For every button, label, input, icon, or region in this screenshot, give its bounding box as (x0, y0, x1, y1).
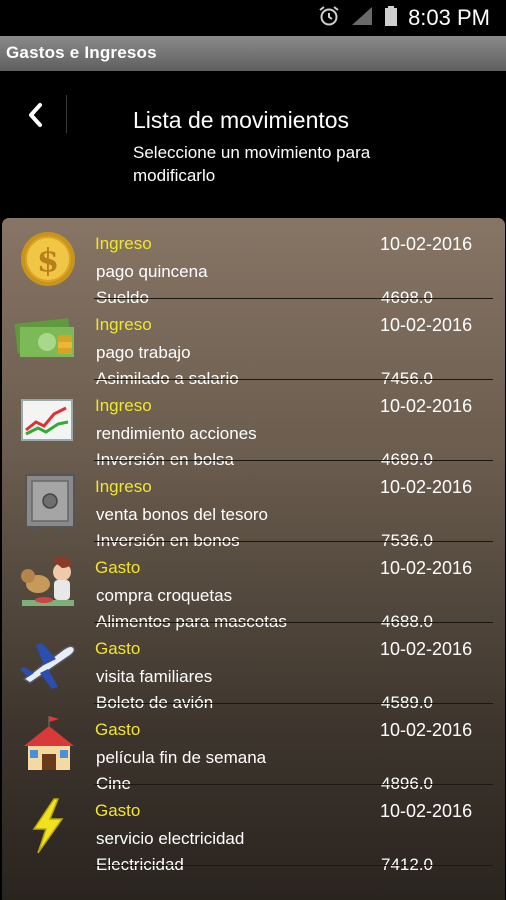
movement-row[interactable]: Ingreso 10-02-2016 rendimiento acciones … (2, 380, 505, 469)
gold-coin-icon: $ (14, 226, 80, 292)
row-divider (94, 865, 493, 866)
movement-type: Gasto (95, 639, 141, 658)
cinema-icon (14, 712, 80, 778)
movement-row[interactable]: Gasto 10-02-2016 compra croquetas Alimen… (2, 542, 505, 631)
movement-type: Gasto (95, 801, 141, 820)
movement-description: pago quincena (96, 262, 208, 281)
svg-text:$: $ (37, 241, 59, 279)
signal-icon (350, 5, 374, 32)
movement-type: Ingreso (95, 315, 152, 334)
movement-description: servicio electricidad (96, 829, 245, 848)
movement-row[interactable]: Gasto 10-02-2016 visita familiares Bolet… (2, 623, 505, 712)
status-bar: 8:03 PM (0, 0, 506, 36)
movements-list: $ Ingreso 10-02-2016 pago quincena Sueld… (2, 218, 505, 900)
battery-icon (384, 5, 398, 32)
movement-date: 10-02-2016 (380, 801, 473, 821)
movement-type: Gasto (95, 558, 141, 577)
movement-type: Ingreso (95, 234, 152, 253)
movement-date: 10-02-2016 (380, 477, 473, 497)
status-time: 8:03 PM (408, 5, 490, 30)
movement-description: pago trabajo (96, 343, 191, 362)
movement-type: Ingreso (95, 477, 152, 496)
movement-description: venta bonos del tesoro (96, 505, 269, 524)
pet-feeding-icon (14, 550, 80, 616)
movement-row[interactable]: Gasto 10-02-2016 servicio electricidad E… (2, 785, 505, 874)
app-title-bar: Gastos e Ingresos (0, 36, 506, 72)
lightning-icon (14, 793, 80, 859)
movement-date: 10-02-2016 (380, 234, 473, 254)
movement-row[interactable]: Ingreso 10-02-2016 pago trabajo Asimilad… (2, 299, 505, 388)
movement-date: 10-02-2016 (380, 315, 473, 335)
movement-row[interactable]: $ Ingreso 10-02-2016 pago quincena Sueld… (2, 218, 505, 307)
page-subtitle: Seleccione un movimiento para modificarl… (133, 143, 371, 185)
movement-description: película fin de semana (96, 748, 267, 767)
money-bills-icon (14, 307, 80, 373)
page-header: Lista de movimientos Seleccione un movim… (0, 71, 506, 218)
movement-type: Ingreso (95, 396, 152, 415)
movement-date: 10-02-2016 (380, 558, 473, 578)
header-divider (66, 95, 67, 133)
movement-type: Gasto (95, 720, 141, 739)
movement-date: 10-02-2016 (380, 396, 473, 416)
movement-row[interactable]: Ingreso 10-02-2016 venta bonos del tesor… (2, 461, 505, 550)
stock-chart-icon (14, 388, 80, 454)
back-button[interactable] (20, 97, 50, 133)
chevron-left-icon (29, 103, 42, 127)
movement-date: 10-02-2016 (380, 720, 473, 740)
movement-date: 10-02-2016 (380, 639, 473, 659)
movement-row[interactable]: Gasto 10-02-2016 película fin de semana … (2, 704, 505, 793)
app-title: Gastos e Ingresos (6, 43, 157, 62)
alarm-icon (318, 5, 340, 32)
movement-description: compra croquetas (96, 586, 233, 605)
airplane-icon (14, 631, 80, 697)
page-title: Lista de movimientos (133, 107, 350, 133)
movement-description: visita familiares (96, 667, 213, 686)
movement-description: rendimiento acciones (96, 424, 257, 443)
safe-icon (14, 469, 80, 535)
